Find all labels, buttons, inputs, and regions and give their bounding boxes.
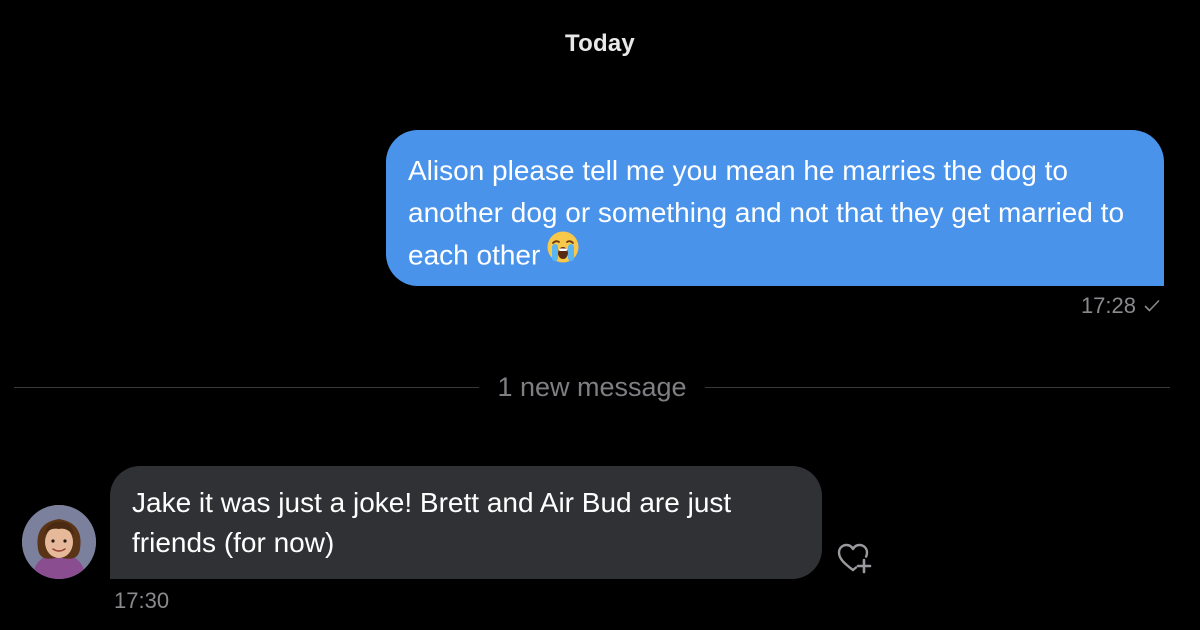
loudly-crying-face-emoji-icon bbox=[546, 230, 580, 276]
incoming-message-bubble[interactable]: Jake it was just a joke! Brett and Air B… bbox=[110, 466, 822, 579]
outgoing-message-body: Alison please tell me you mean he marrie… bbox=[408, 155, 1125, 271]
divider-line-right bbox=[704, 386, 1171, 388]
heart-plus-icon[interactable] bbox=[835, 540, 875, 576]
incoming-message-text: Jake it was just a joke! Brett and Air B… bbox=[132, 487, 732, 558]
check-icon bbox=[1144, 293, 1160, 319]
outgoing-message-time: 17:28 bbox=[1080, 293, 1136, 318]
outgoing-message-text: Alison please tell me you mean he marrie… bbox=[408, 150, 1140, 280]
date-header: Today bbox=[565, 30, 635, 57]
outgoing-message-meta: 17:28 bbox=[1081, 293, 1160, 319]
new-message-label: 1 new message bbox=[497, 371, 687, 402]
incoming-message-time: 17:30 bbox=[114, 588, 170, 613]
divider-line-left bbox=[14, 386, 480, 388]
outgoing-message-bubble[interactable]: Alison please tell me you mean he marrie… bbox=[386, 130, 1164, 286]
avatar[interactable] bbox=[22, 505, 96, 579]
new-message-divider: 1 new message bbox=[14, 369, 1171, 405]
